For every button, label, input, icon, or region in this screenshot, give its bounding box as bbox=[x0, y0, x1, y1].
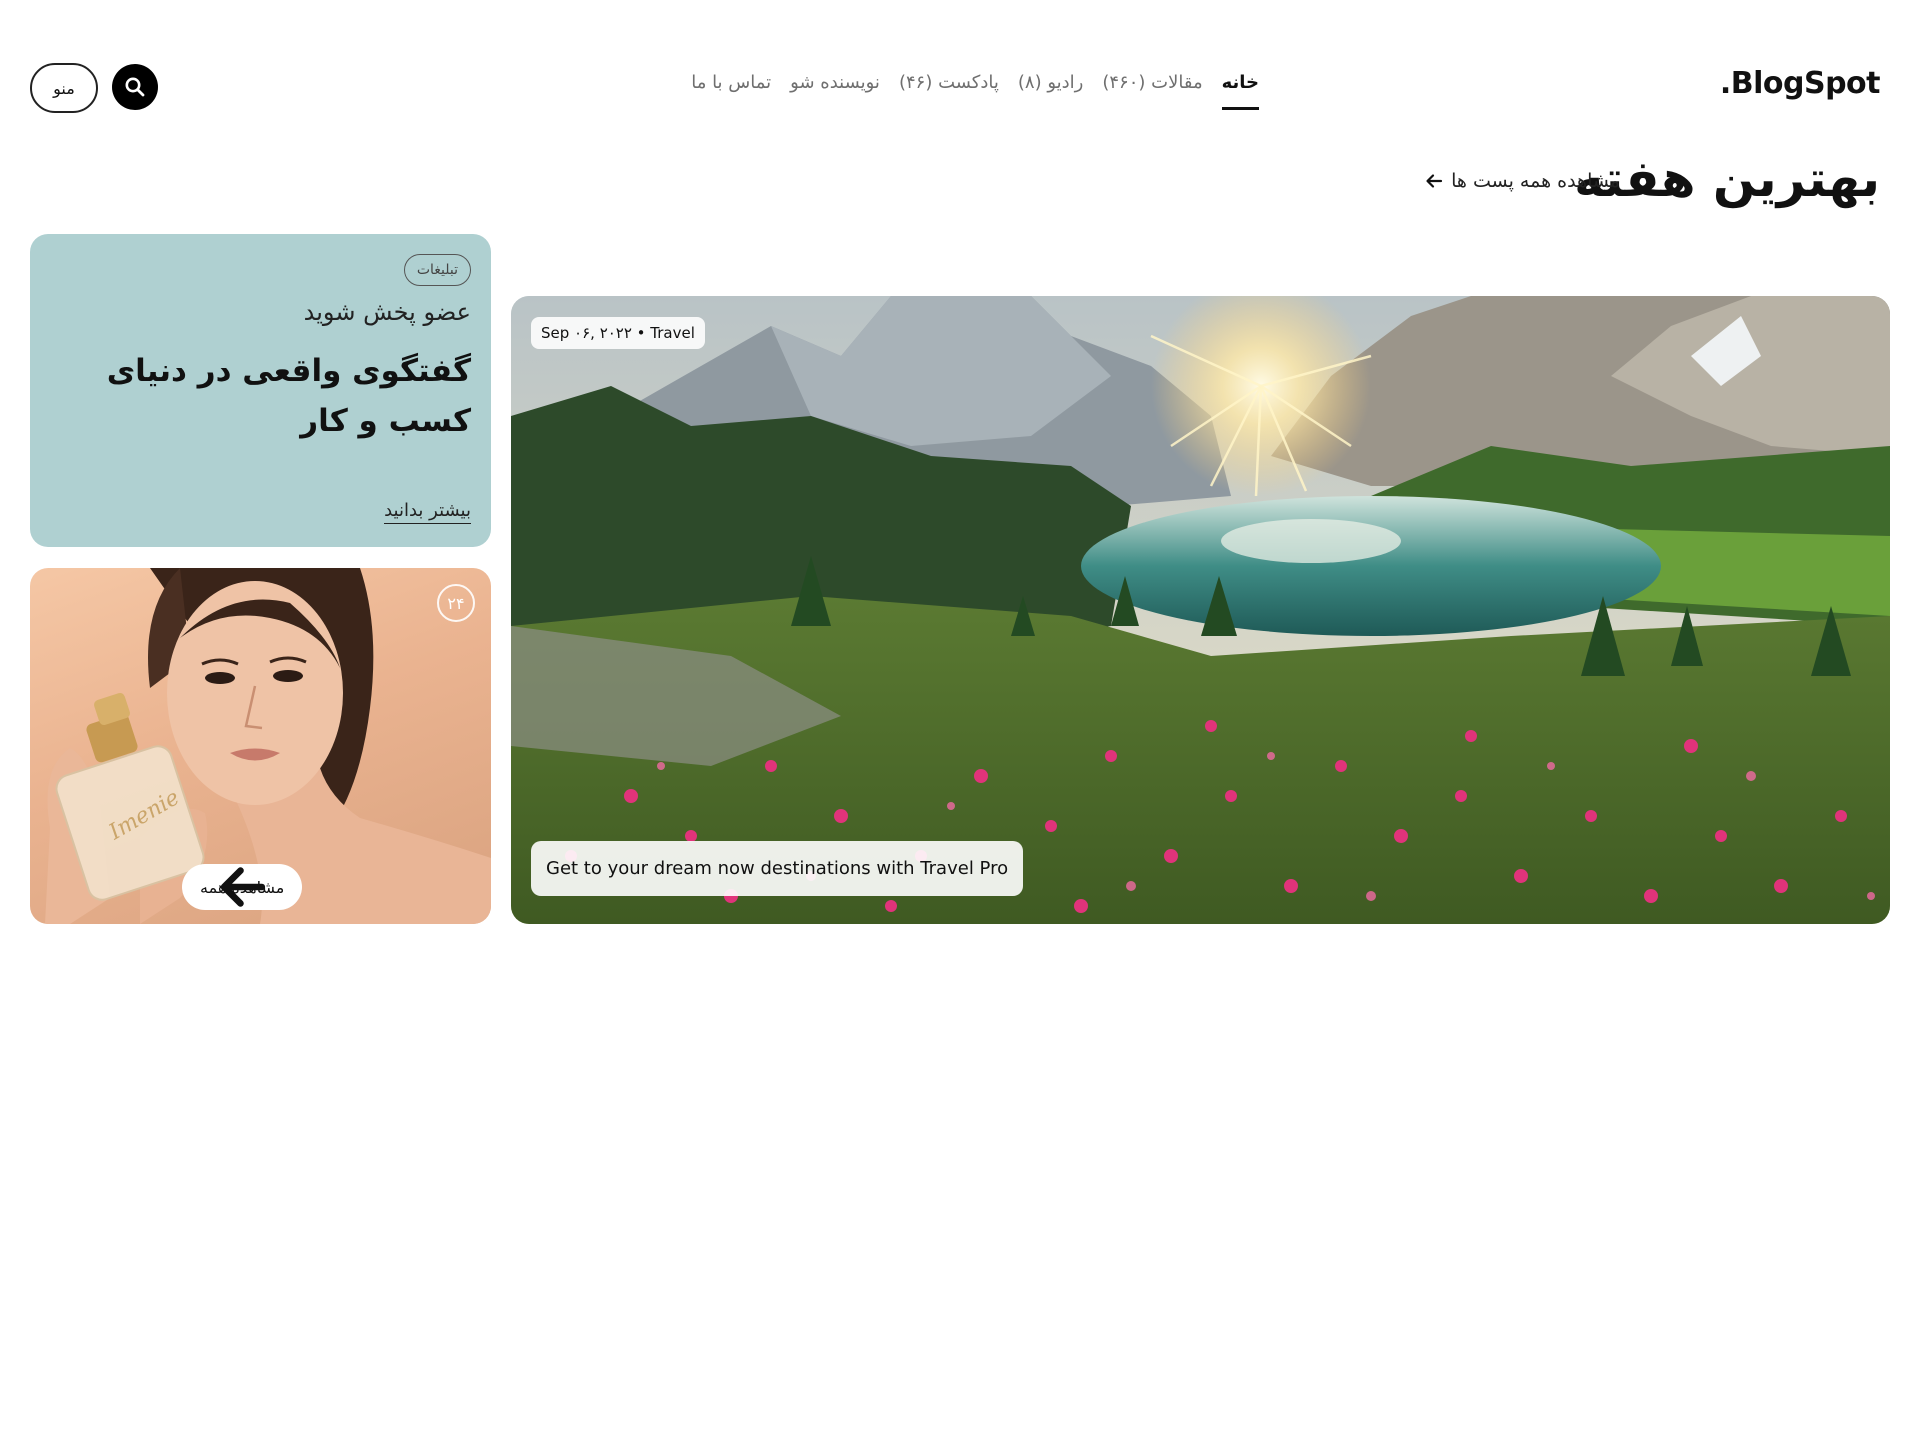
nav-item-contact[interactable]: تماس با ما bbox=[691, 72, 771, 110]
product-count-badge: ۲۴ bbox=[437, 584, 475, 622]
ad-title: گفتگوی واقعی در دنیای کسب و کار bbox=[106, 353, 471, 439]
ad-card: تبلیغات عضو پخش شوید گفتگوی واقعی در دنی… bbox=[30, 234, 491, 547]
view-all-button[interactable]: مشاهده همه bbox=[182, 864, 303, 910]
learn-more-link[interactable]: بیشتر بدانید bbox=[384, 500, 471, 524]
nav-item-podcast[interactable]: پادکست (۴۶) bbox=[899, 72, 999, 110]
nav-item-articles[interactable]: مقالات (۴۶۰) bbox=[1102, 72, 1202, 110]
nav-item-radio[interactable]: رادیو (۸) bbox=[1018, 72, 1083, 110]
site-logo[interactable]: .BlogSpot bbox=[1720, 66, 1881, 101]
section-title: بهترین هفته bbox=[1574, 150, 1881, 208]
featured-post-card[interactable]: Sep ۰۶, ۲۰۲۲ • Travel Get to your dream … bbox=[511, 296, 1890, 924]
nav-item-home[interactable]: خانه bbox=[1221, 72, 1259, 110]
see-all-posts-link[interactable]: مشاهده همه پست ها bbox=[1425, 170, 1620, 192]
search-button[interactable] bbox=[112, 64, 158, 110]
see-all-label: مشاهده همه پست ها bbox=[1451, 170, 1620, 192]
ad-subtitle: عضو پخش شوید bbox=[303, 298, 471, 326]
menu-button[interactable]: منو bbox=[30, 63, 98, 113]
nav-item-become-writer[interactable]: نویسنده شو bbox=[790, 72, 880, 110]
arrow-left-icon bbox=[220, 867, 266, 907]
post-meta-badge: Sep ۰۶, ۲۰۲۲ • Travel bbox=[531, 317, 705, 349]
post-title[interactable]: Get to your dream now destinations with … bbox=[531, 841, 1024, 896]
product-card[interactable]: Imenie ۲۴ مشاهده همه bbox=[30, 568, 491, 924]
arrow-left-icon bbox=[1426, 174, 1443, 188]
search-icon bbox=[125, 77, 145, 97]
ad-badge: تبلیغات bbox=[403, 254, 471, 286]
hero-image bbox=[511, 296, 1890, 924]
main-nav: خانه مقالات (۴۶۰) رادیو (۸) پادکست (۴۶) … bbox=[691, 72, 1259, 110]
